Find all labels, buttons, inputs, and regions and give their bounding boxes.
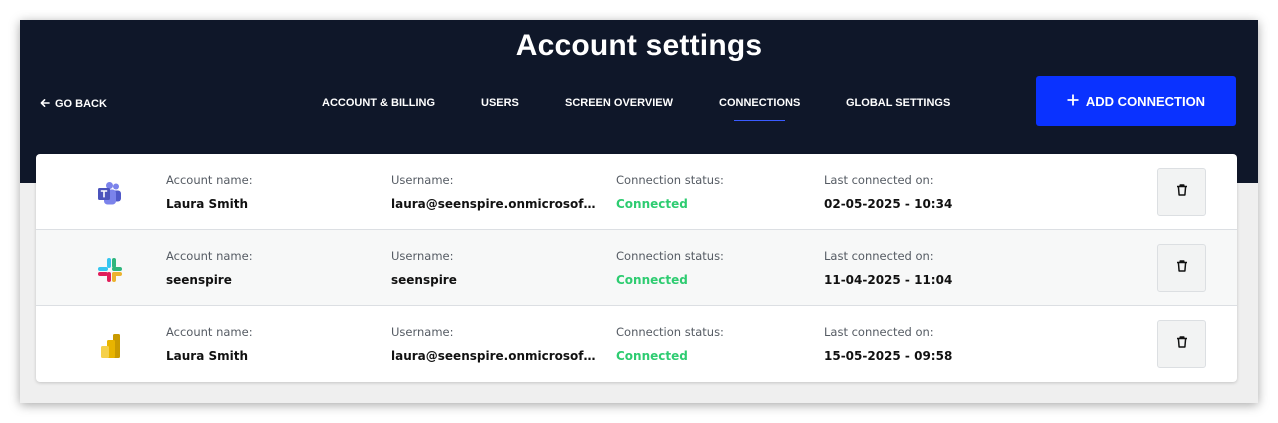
status-label: Connection status: (616, 325, 724, 339)
account-name-label: Account name: (166, 249, 253, 263)
tab-screen-overview[interactable]: SCREEN OVERVIEW (565, 97, 673, 121)
status-field: Connection status: Connected (616, 325, 724, 363)
tab-connections[interactable]: CONNECTIONS (719, 97, 800, 121)
status-field: Connection status: Connected (616, 173, 724, 211)
tab-users[interactable]: USERS (481, 97, 519, 121)
last-connected-field: Last connected on: 02-05-2025 - 10:34 (824, 173, 952, 211)
last-connected-value: 02-05-2025 - 10:34 (824, 197, 953, 211)
last-connected-label: Last connected on: (824, 173, 934, 187)
delete-connection-button[interactable] (1157, 168, 1206, 216)
delete-connection-button[interactable] (1157, 244, 1206, 292)
app-window: Account settings GO BACK ACCOUNT & BILLI… (20, 20, 1258, 403)
last-connected-field: Last connected on: 11-04-2025 - 11:04 (824, 249, 952, 287)
status-value: Connected (616, 273, 688, 287)
account-name-value: seenspire (166, 273, 232, 287)
plus-icon (1067, 90, 1079, 110)
last-connected-value: 11-04-2025 - 11:04 (824, 273, 953, 287)
tab-account-billing[interactable]: ACCOUNT & BILLING (322, 97, 435, 121)
status-value: Connected (616, 197, 688, 211)
last-connected-value: 15-05-2025 - 09:58 (824, 349, 953, 363)
username-field: Username: seenspire (391, 249, 457, 287)
status-label: Connection status: (616, 249, 724, 263)
account-name-label: Account name: (166, 325, 253, 339)
username-value: seenspire (391, 273, 457, 287)
last-connected-label: Last connected on: (824, 325, 934, 339)
account-name-field: Account name: Laura Smith (166, 325, 253, 363)
delete-connection-button[interactable] (1157, 320, 1206, 368)
add-connection-button[interactable]: ADD CONNECTION (1036, 76, 1236, 126)
last-connected-field: Last connected on: 15-05-2025 - 09:58 (824, 325, 952, 363)
connection-row: Account name: seenspire Username: seensp… (36, 230, 1237, 306)
account-name-field: Account name: Laura Smith (166, 173, 253, 211)
account-name-label: Account name: (166, 173, 253, 187)
account-name-field: Account name: seenspire (166, 249, 253, 287)
tab-global-settings[interactable]: GLOBAL SETTINGS (846, 97, 950, 121)
trash-icon (1175, 335, 1189, 354)
last-connected-label: Last connected on: (824, 249, 934, 263)
username-value: laura@seenspire.onmicrosof… (391, 349, 596, 363)
trash-icon (1175, 183, 1189, 202)
page-title: Account settings (515, 29, 763, 62)
connection-row: Account name: Laura Smith Username: laur… (36, 306, 1237, 382)
username-label: Username: (391, 325, 454, 339)
connections-list: Account name: Laura Smith Username: laur… (36, 154, 1237, 382)
account-name-value: Laura Smith (166, 349, 249, 363)
status-field: Connection status: Connected (616, 249, 724, 287)
power-bi-icon (96, 332, 124, 360)
username-label: Username: (391, 173, 454, 187)
trash-icon (1175, 259, 1189, 278)
slack-icon (96, 256, 124, 284)
connection-row: Account name: Laura Smith Username: laur… (36, 154, 1237, 230)
username-label: Username: (391, 249, 454, 263)
account-name-value: Laura Smith (166, 197, 249, 211)
add-connection-label: ADD CONNECTION (1085, 93, 1206, 109)
username-field: Username: laura@seenspire.onmicrosof… (391, 173, 595, 211)
status-value: Connected (616, 349, 688, 363)
microsoft-teams-icon (96, 180, 124, 208)
username-value: laura@seenspire.onmicrosof… (391, 197, 596, 211)
status-label: Connection status: (616, 173, 724, 187)
username-field: Username: laura@seenspire.onmicrosof… (391, 325, 595, 363)
